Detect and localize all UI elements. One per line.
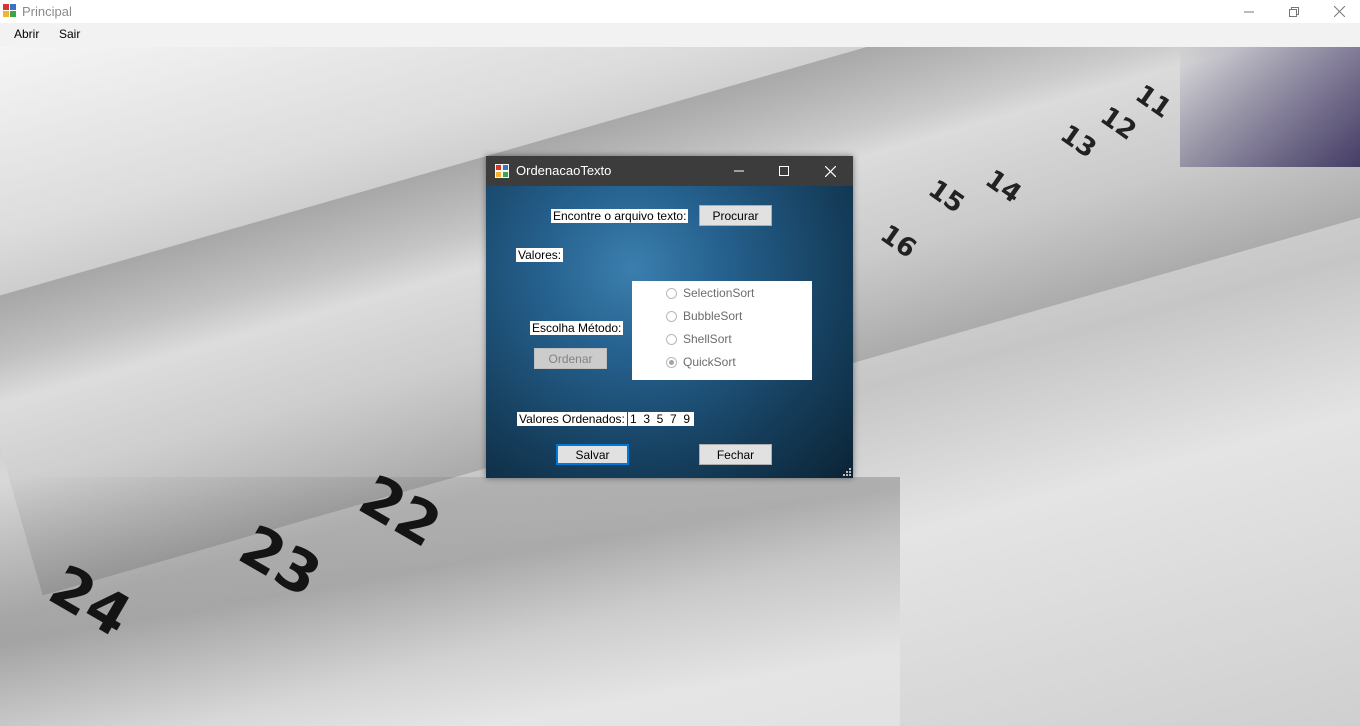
restore-icon [1289,6,1299,17]
sorted-values-label: Valores Ordenados: [517,412,627,426]
radio-quicksort[interactable]: QuickSort [666,354,736,370]
sorted-values-output: 1 3 5 7 9 [628,412,694,426]
app-icon [3,4,16,17]
dialog-app-icon [495,164,509,178]
sort-method-group: SelectionSort BubbleSort ShellSort Quick… [632,281,812,380]
resize-grip-icon[interactable] [843,468,851,476]
restore-button[interactable] [1271,0,1317,23]
close-icon [1333,6,1345,17]
radio-button-icon [666,287,677,299]
radio-button-icon [666,310,677,322]
radio-button-checked-icon [666,356,677,368]
values-label: Valores: [516,248,564,262]
minimize-icon [1244,11,1254,12]
minimize-icon [734,170,744,172]
fechar-button[interactable]: Fechar [699,444,772,465]
menu-bar: Abrir Sair [0,23,1360,47]
radio-label: ShellSort [683,332,732,346]
method-label: Escolha Método: [530,321,624,335]
radio-label: SelectionSort [683,286,755,300]
minimize-button[interactable] [1226,0,1272,23]
close-icon [824,165,836,177]
dialog-close-button[interactable] [807,156,853,186]
radio-selectionsort[interactable]: SelectionSort [666,285,754,301]
salvar-button[interactable]: Salvar [556,444,629,465]
procurar-button[interactable]: Procurar [699,205,772,226]
radio-bubblesort[interactable]: BubbleSort [666,308,742,324]
dialog-minimize-button[interactable] [716,156,762,186]
main-window-title: Principal [22,4,72,19]
menu-sair[interactable]: Sair [57,27,82,41]
background-corner-shadow [1180,47,1360,167]
ordenar-button[interactable]: Ordenar [534,348,607,369]
close-window-button[interactable] [1316,0,1360,23]
find-file-label: Encontre o arquivo texto: [551,209,689,223]
radio-button-icon [666,333,677,345]
dialog-title: OrdenacaoTexto [516,163,612,178]
radio-shellsort[interactable]: ShellSort [666,331,732,347]
main-title-bar: Principal [0,0,1360,23]
radio-label: QuickSort [683,355,736,369]
dialog-maximize-button[interactable] [761,156,807,186]
radio-label: BubbleSort [683,309,743,323]
ordenacao-dialog: OrdenacaoTexto Encontre o arquivo texto:… [486,156,853,478]
dialog-title-bar: OrdenacaoTexto [486,156,853,186]
maximize-icon [779,166,789,176]
menu-abrir[interactable]: Abrir [12,27,41,41]
